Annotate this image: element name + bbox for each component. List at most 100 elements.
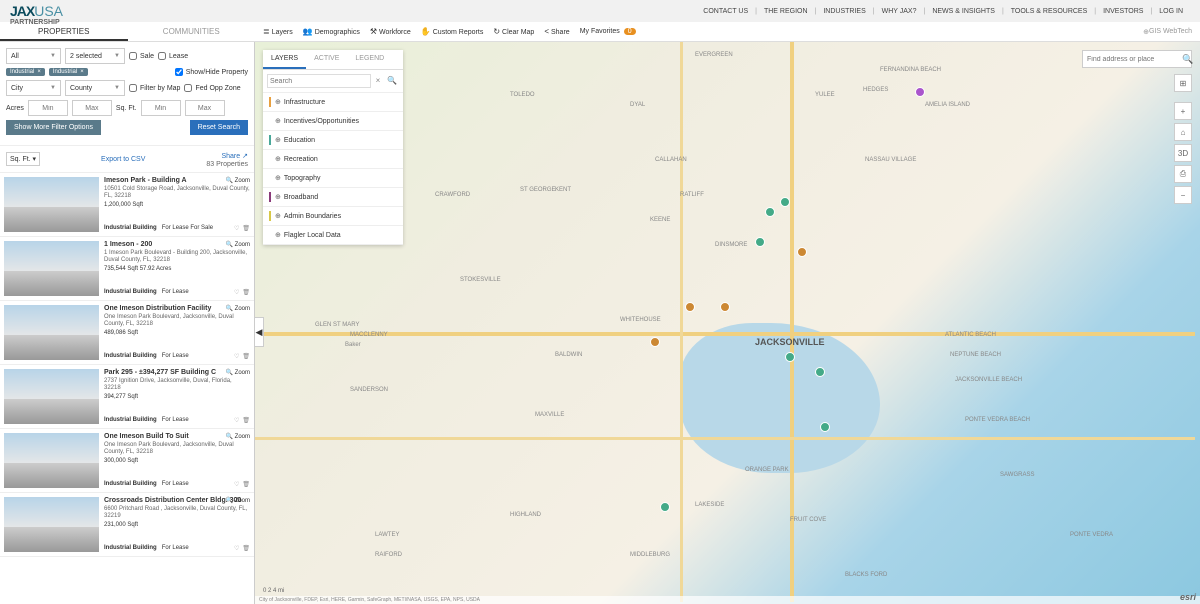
trash-icon[interactable]: 🗑 [242, 225, 250, 232]
trash-icon[interactable]: 🗑 [242, 353, 250, 360]
map-marker[interactable] [720, 302, 730, 312]
layers-tab-layers[interactable]: LAYERS [263, 50, 306, 69]
collapse-sidebar-button[interactable]: ◀ [254, 317, 264, 347]
layer-item[interactable]: ⊕Admin Boundaries [263, 207, 403, 226]
zoom-link[interactable]: 🔍 Zoom [226, 497, 250, 504]
share-link[interactable]: Share ↗ [221, 153, 248, 160]
heart-icon[interactable]: ♡ [234, 353, 239, 360]
listing-item[interactable]: One Imeson Build To Suit One Imeson Park… [0, 429, 254, 493]
tool-clear-map[interactable]: ↻Clear Map [493, 27, 534, 36]
heart-icon[interactable]: ♡ [234, 545, 239, 552]
nav-contact[interactable]: CONTACT US [703, 8, 748, 15]
filter-pill-1[interactable]: Industrial× [49, 68, 88, 76]
map-marker[interactable] [755, 237, 765, 247]
sort-select[interactable]: Sq. Ft. ▾ [6, 152, 40, 166]
map-marker[interactable] [820, 422, 830, 432]
chk-filter-map[interactable]: Filter by Map [129, 84, 180, 92]
layer-item[interactable]: ⊕Topography [263, 169, 403, 188]
map-zoom-in-button[interactable]: + [1174, 102, 1192, 120]
listing-item[interactable]: Imeson Park - Building A 10501 Cold Stor… [0, 173, 254, 237]
map-place-label: STOKESVILLE [460, 277, 501, 283]
nav-region[interactable]: THE REGION [764, 8, 808, 15]
trash-icon[interactable]: 🗑 [242, 545, 250, 552]
tool-layers[interactable]: ≣Layers [263, 27, 293, 36]
zoom-link[interactable]: 🔍 Zoom [226, 241, 250, 248]
nav-news[interactable]: NEWS & INSIGHTS [932, 8, 995, 15]
listing-item[interactable]: Crossroads Distribution Center Bldg. 300… [0, 493, 254, 557]
map-marker[interactable] [815, 367, 825, 377]
nav-industries[interactable]: INDUSTRIES [823, 8, 865, 15]
map[interactable]: JACKSONVILLE EVERGREENFERNANDINA BEACHYU… [255, 42, 1200, 604]
clear-icon[interactable]: × [371, 74, 385, 88]
heart-icon[interactable]: ♡ [234, 289, 239, 296]
layer-item[interactable]: ⊕Flagler Local Data [263, 226, 403, 245]
listing-item[interactable]: Park 295 - ±394,277 SF Building C 2737 I… [0, 365, 254, 429]
trash-icon[interactable]: 🗑 [242, 481, 250, 488]
tool-custom-reports[interactable]: ✋Custom Reports [421, 27, 484, 36]
chk-sale[interactable]: Sale [129, 52, 154, 60]
filter-selected[interactable]: 2 selected▼ [65, 48, 125, 64]
map-search[interactable]: 🔍 [1082, 50, 1192, 68]
layer-item[interactable]: ⊕Infrastructure [263, 93, 403, 112]
search-icon[interactable]: 🔍 [1182, 54, 1193, 65]
reset-search-button[interactable]: Reset Search [190, 120, 248, 135]
heart-icon[interactable]: ♡ [234, 481, 239, 488]
filter-city[interactable]: City▼ [6, 80, 61, 96]
export-csv-link[interactable]: Export to CSV [101, 156, 145, 163]
zoom-link[interactable]: 🔍 Zoom [226, 433, 250, 440]
heart-icon[interactable]: ♡ [234, 417, 239, 424]
close-icon[interactable]: × [80, 69, 84, 75]
map-marker[interactable] [660, 502, 670, 512]
filter-all-select[interactable]: All▼ [6, 48, 61, 64]
map-3d-button[interactable]: 3D [1174, 144, 1192, 162]
layers-tab-active[interactable]: ACTIVE [306, 50, 347, 69]
map-grid-button[interactable]: ⊞ [1174, 74, 1192, 92]
acres-max-input[interactable] [72, 100, 112, 116]
sqft-min-input[interactable] [141, 100, 181, 116]
show-more-button[interactable]: Show More Filter Options [6, 120, 101, 135]
map-marker[interactable] [915, 87, 925, 97]
tool-workforce[interactable]: ⚒Workforce [370, 27, 411, 36]
chk-fed-opp[interactable]: Fed Opp Zone [184, 84, 240, 92]
tool-demographics[interactable]: 👥Demographics [303, 27, 360, 36]
search-icon[interactable]: 🔍 [385, 74, 399, 88]
map-marker[interactable] [765, 207, 775, 217]
acres-min-input[interactable] [28, 100, 68, 116]
close-icon[interactable]: × [37, 69, 41, 75]
map-marker[interactable] [780, 197, 790, 207]
layer-item[interactable]: ⊕Education [263, 131, 403, 150]
nav-investors[interactable]: INVESTORS [1103, 8, 1143, 15]
tool-favorites[interactable]: My Favorites 0 [580, 28, 636, 35]
map-search-input[interactable] [1083, 56, 1182, 63]
nav-tools[interactable]: TOOLS & RESOURCES [1011, 8, 1088, 15]
trash-icon[interactable]: 🗑 [242, 417, 250, 424]
layers-search-input[interactable] [267, 74, 371, 88]
nav-whyjax[interactable]: WHY JAX? [882, 8, 917, 15]
trash-icon[interactable]: 🗑 [242, 289, 250, 296]
chk-showhide[interactable]: Show/Hide Property [175, 68, 248, 76]
sqft-max-input[interactable] [185, 100, 225, 116]
filter-pill-0[interactable]: Industrial× [6, 68, 45, 76]
listing-item[interactable]: 1 Imeson - 200 1 Imeson Park Boulevard -… [0, 237, 254, 301]
zoom-link[interactable]: 🔍 Zoom [226, 305, 250, 312]
map-home-button[interactable]: ⌂ [1174, 123, 1192, 141]
layers-tab-legend[interactable]: LEGEND [347, 50, 392, 69]
layer-item[interactable]: ⊕Incentives/Opportunities [263, 112, 403, 131]
map-marker[interactable] [685, 302, 695, 312]
zoom-link[interactable]: 🔍 Zoom [226, 369, 250, 376]
tool-share[interactable]: <Share [544, 27, 569, 36]
nav-login[interactable]: LOG IN [1159, 8, 1183, 15]
tab-communities[interactable]: COMMUNITIES [128, 22, 256, 41]
map-marker[interactable] [785, 352, 795, 362]
zoom-link[interactable]: 🔍 Zoom [226, 177, 250, 184]
map-marker[interactable] [797, 247, 807, 257]
map-print-button[interactable]: ⎙ [1174, 165, 1192, 183]
map-zoom-out-button[interactable]: − [1174, 186, 1192, 204]
layer-item[interactable]: ⊕Broadband [263, 188, 403, 207]
listing-item[interactable]: One Imeson Distribution Facility One Ime… [0, 301, 254, 365]
chk-lease[interactable]: Lease [158, 52, 188, 60]
heart-icon[interactable]: ♡ [234, 225, 239, 232]
map-marker[interactable] [650, 337, 660, 347]
filter-county[interactable]: County▼ [65, 80, 125, 96]
layer-item[interactable]: ⊕Recreation [263, 150, 403, 169]
